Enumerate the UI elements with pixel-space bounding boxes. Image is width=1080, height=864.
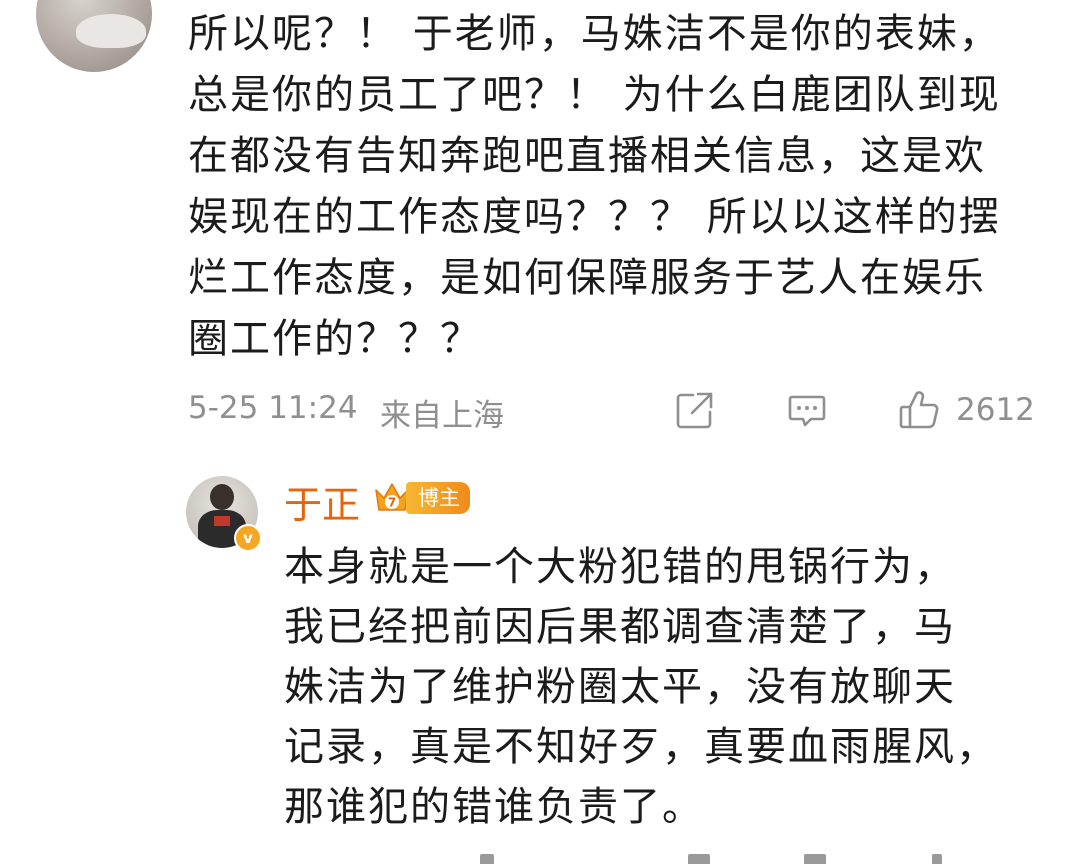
commenter-avatar[interactable] xyxy=(36,0,152,72)
comment-body: 所以呢？！ 于老师，马姝洁不是你的表妹， 总是你的员工了吧？！ 为什么白鹿团队到… xyxy=(188,4,1058,370)
reply-line: 本身就是一个大粉犯错的甩锅行为， xyxy=(284,544,956,590)
comment-line: 烂工作态度，是如何保障服务于艺人在娱乐 xyxy=(188,255,986,301)
blogger-badge: 博主 xyxy=(406,482,470,514)
comment-icon xyxy=(786,389,828,431)
like-button[interactable]: 2612 xyxy=(896,388,1035,432)
reply-line: 我已经把前因后果都调查清楚了，马 xyxy=(284,604,956,650)
comment-line: 在都没有告知奔跑吧直播相关信息，这是欢 xyxy=(188,133,986,179)
weibo-comment-thread: 所以呢？！ 于老师，马姝洁不是你的表妹， 总是你的员工了吧？！ 为什么白鹿团队到… xyxy=(0,0,1080,864)
thumbs-up-icon-fragment xyxy=(932,854,942,864)
thumbs-up-icon xyxy=(896,387,942,433)
comment-location: 来自上海 xyxy=(380,398,504,434)
reply-meta-row-partial xyxy=(284,854,1064,864)
comment-timestamp: 5-25 11:24 xyxy=(188,390,358,426)
replier-name[interactable]: 于正 xyxy=(284,474,360,529)
comment-line: 所以呢？！ 于老师，马姝洁不是你的表妹， xyxy=(188,11,1001,57)
comment-line: 总是你的员工了吧？！ 为什么白鹿团队到现 xyxy=(188,72,1001,118)
comment-icon-fragment xyxy=(804,854,826,864)
reply-line: 那谁犯的错谁负责了。 xyxy=(284,784,704,830)
share-icon-fragment xyxy=(688,854,710,864)
meta-fragment xyxy=(480,854,494,864)
comment-line: 圈工作的？？？ xyxy=(188,316,482,362)
crown-level: 7 xyxy=(388,496,396,510)
reply-body: 本身就是一个大粉犯错的甩锅行为， 我已经把前因后果都调查清楚了，马 姝洁为了维护… xyxy=(284,537,1064,837)
like-count: 2612 xyxy=(956,392,1035,428)
reply-line: 记录，真是不知好歹，真要血雨腥风， xyxy=(284,724,998,770)
avatar-image-detail xyxy=(76,14,146,48)
avatar-head xyxy=(210,484,234,510)
comment-meta-row: 5-25 11:24 来自上海 2612 xyxy=(188,386,1048,434)
comment-line: 娱现在的工作态度吗？？？ 所以以这样的摆 xyxy=(188,194,1001,240)
share-icon xyxy=(674,389,716,431)
avatar-accent xyxy=(214,516,230,526)
reply-line: 姝洁为了维护粉圈太平，没有放聊天 xyxy=(284,664,956,710)
reply-button[interactable] xyxy=(786,388,828,432)
verified-icon: v xyxy=(234,524,262,552)
share-button[interactable] xyxy=(674,388,716,432)
